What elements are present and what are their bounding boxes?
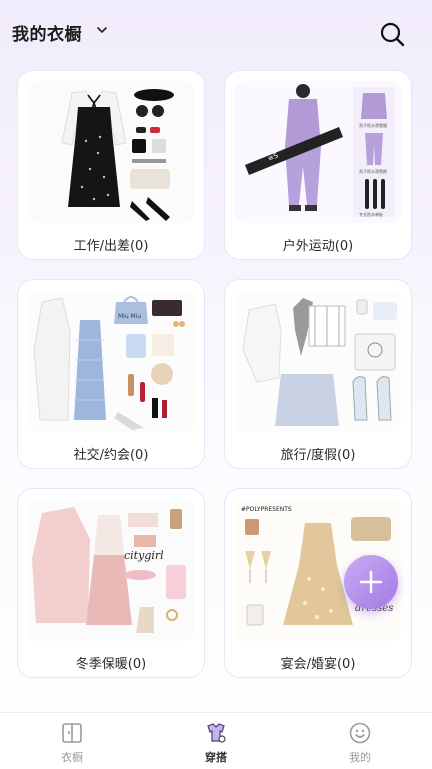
outfit-icon	[207, 723, 226, 743]
party-tag-label: #POLYPRESENTS	[241, 506, 292, 513]
card-label: 冬季保暖(0)	[75, 657, 147, 672]
tab-label: 衣橱	[61, 751, 83, 764]
category-card-winter[interactable]: citygirl 冬季保暖(0)	[17, 488, 205, 678]
smiley-icon	[349, 722, 371, 744]
tab-outfits[interactable]: 穿搭	[144, 713, 288, 769]
card-label: 户外运动(0)	[282, 239, 354, 254]
winter-text-label: citygirl	[124, 549, 164, 562]
tab-label: 我的	[349, 751, 371, 764]
card-label: 宴会/婚宴(0)	[280, 657, 356, 672]
app-header: 我的衣橱	[0, 0, 432, 64]
outdoor-outfit-image: ≡S 男子防水滑雪服 男子防水滑雪裤 专业防水单板	[235, 81, 401, 223]
tab-label: 穿搭	[205, 751, 227, 764]
card-label: 旅行/度假(0)	[280, 448, 356, 463]
travel-outfit-image	[235, 290, 401, 432]
search-icon[interactable]	[378, 20, 406, 48]
category-card-work[interactable]: 工作/出差(0)	[17, 70, 205, 260]
wardrobe-icon	[62, 723, 82, 743]
chevron-down-icon[interactable]	[96, 24, 108, 36]
bottom-tab-bar: 衣橱 穿搭 我的	[0, 712, 432, 769]
card-label: 工作/出差(0)	[73, 239, 149, 254]
social-bag-label: Miu Miu	[118, 313, 141, 320]
outdoor-jacket-label: 男子防水滑雪服	[359, 122, 387, 128]
outdoor-board-label: 专业防水单板	[359, 211, 383, 217]
tab-mine[interactable]: 我的	[288, 713, 432, 769]
category-card-social[interactable]: Miu Miu 社交/约会(0)	[17, 279, 205, 469]
category-card-travel[interactable]: 旅行/度假(0)	[224, 279, 412, 469]
card-label: 社交/约会(0)	[73, 448, 149, 463]
tab-wardrobe[interactable]: 衣橱	[0, 713, 144, 769]
category-card-outdoor[interactable]: ≡S 男子防水滑雪服 男子防水滑雪裤 专业防水单板 户外运动(0)	[224, 70, 412, 260]
page-title[interactable]: 我的衣橱	[12, 20, 82, 45]
add-outfit-button[interactable]	[344, 555, 398, 609]
social-outfit-image: Miu Miu	[28, 290, 194, 432]
outdoor-pants-label: 男子防水滑雪裤	[359, 168, 387, 174]
plus-icon	[359, 570, 383, 594]
work-outfit-image	[28, 81, 194, 223]
winter-outfit-image: citygirl	[28, 499, 194, 641]
